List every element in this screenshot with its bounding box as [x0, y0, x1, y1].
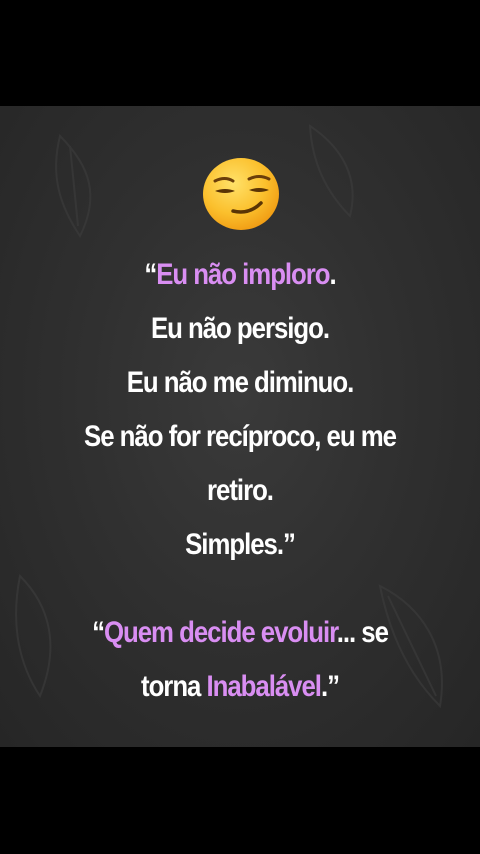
- quote-panel: “Eu não imploro. Eu não persigo. Eu não …: [0, 106, 480, 747]
- quote2-line1: “Quem decide evoluir... se: [34, 606, 447, 660]
- smirking-face-emoji: [203, 158, 279, 230]
- quote1-line3: Eu não me diminuo.: [126, 366, 355, 399]
- quote1-line1-end: .: [329, 258, 337, 291]
- quote-block-1: “Eu não imploro. Eu não persigo. Eu não …: [34, 248, 447, 572]
- quote2-highlight-1: Quem decide evoluir: [103, 616, 338, 649]
- quote1-open-mark: “: [144, 258, 157, 291]
- quote1-line2: Eu não persigo.: [150, 312, 330, 345]
- quote1-line5: retiro.: [207, 474, 274, 507]
- quote-block-2: “Quem decide evoluir... se torna Inabalá…: [34, 606, 447, 714]
- quote2-line2-start: torna: [141, 670, 207, 703]
- quote2-highlight-2: Inabalável: [206, 670, 322, 703]
- quote1-highlight: Eu não imploro: [156, 258, 330, 291]
- quote1-line1: “Eu não imploro.: [34, 248, 447, 302]
- quote2-line2: torna Inabalável.”: [34, 660, 447, 714]
- quote2-line1-rest: ... se: [336, 616, 389, 649]
- quote2-open-mark: “: [92, 616, 105, 649]
- quote2-line2-end: .”: [320, 670, 340, 703]
- page: “Eu não imploro. Eu não persigo. Eu não …: [0, 0, 480, 854]
- quote1-line6: Simples.”: [185, 528, 296, 561]
- quote1-line4: Se não for recíproco, eu me: [84, 420, 397, 453]
